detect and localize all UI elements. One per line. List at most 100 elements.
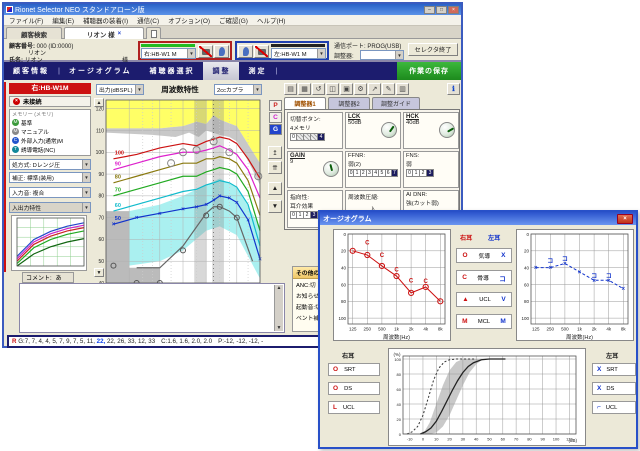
svg-text:100: 100 bbox=[338, 316, 346, 321]
svg-text:500: 500 bbox=[561, 327, 569, 332]
hck-cell[interactable]: HCK 40dB bbox=[403, 112, 459, 149]
curve-c-button[interactable]: C bbox=[269, 112, 282, 123]
nav-measurement[interactable]: 測定 bbox=[239, 62, 275, 80]
curve-g-button[interactable]: G bbox=[269, 124, 282, 135]
left-hearing-aid-button[interactable] bbox=[238, 45, 253, 58]
svg-text:8k: 8k bbox=[621, 327, 627, 332]
nav-adjustment[interactable]: 調整 bbox=[203, 62, 239, 80]
minimize-button[interactable]: – bbox=[424, 6, 435, 14]
gain-down-button[interactable]: ▼ bbox=[268, 200, 282, 213]
memory-switch-scale[interactable]: 04 bbox=[290, 133, 340, 141]
comment-scrollbar[interactable]: ▲▼ bbox=[274, 285, 283, 331]
left-ear-audiogram-chart[interactable]: 1252505001k2k4k8k020406080100×××××××ココココ… bbox=[517, 230, 633, 340]
speech-audiogram-chart[interactable]: -100102030405060708090100110020406080100… bbox=[389, 349, 585, 445]
ffnr-scale[interactable]: 01234567 bbox=[348, 169, 398, 177]
status-values: 7, 7, 4, 4, 5, 7, 9, 7, 5, 11, 22, 22, 2… bbox=[25, 338, 155, 345]
output-scale-select[interactable]: 出力(dBSPL)▼ bbox=[96, 84, 144, 95]
svg-text:60: 60 bbox=[98, 237, 104, 243]
right-hearing-aid-button[interactable] bbox=[214, 45, 229, 58]
gain-up-fast-button[interactable]: ⇈ bbox=[268, 161, 282, 174]
gain-up-button[interactable]: ▲ bbox=[268, 182, 282, 195]
menu-options[interactable]: オプション(O) bbox=[168, 15, 210, 25]
save-work-button[interactable]: 作業の保存 bbox=[397, 62, 461, 80]
tuner-select[interactable]: ▼ bbox=[360, 50, 404, 60]
info-button[interactable]: ℹ bbox=[447, 83, 460, 95]
hck-knob[interactable] bbox=[439, 122, 455, 138]
svg-text:100: 100 bbox=[96, 150, 105, 156]
audiogram-close-button[interactable]: × bbox=[617, 214, 633, 224]
tab-adjust-guide[interactable]: 調整ガイド bbox=[372, 97, 420, 109]
input-sound-select[interactable]: 入力音: 複合▼ bbox=[9, 187, 91, 198]
fns-scale[interactable]: 0123 bbox=[406, 169, 456, 177]
curve-p-button[interactable]: P bbox=[269, 100, 282, 111]
svg-text:90: 90 bbox=[115, 161, 121, 167]
settings-gear-button[interactable]: ⚙ bbox=[354, 83, 367, 95]
tab-adjuster-2[interactable]: 調整器2 bbox=[328, 97, 370, 109]
svg-text:×: × bbox=[228, 196, 232, 202]
nav-customer-info[interactable]: 顧客情報 bbox=[4, 62, 58, 80]
edit-button[interactable]: ✎ bbox=[382, 83, 395, 95]
correction-select[interactable]: 補正: 標準(装用)▼ bbox=[9, 172, 91, 183]
prescription-select[interactable]: 処方式: Dレンジ圧▼ bbox=[9, 159, 91, 170]
ffnr-cell[interactable]: FFNR: 弱(2) 01234567 bbox=[345, 151, 401, 188]
right-device-select[interactable]: 右:HB-W1 M▼ bbox=[141, 48, 196, 59]
gain-knob[interactable] bbox=[323, 161, 339, 177]
axis-scroll-down-button[interactable]: ▼ bbox=[94, 268, 104, 277]
memory-item-manual[interactable]: Mマニュアル bbox=[12, 127, 88, 136]
gain-to-max-button[interactable]: ↥ bbox=[268, 146, 282, 159]
scroll-down-icon[interactable]: ▼ bbox=[277, 325, 282, 331]
menu-fitting[interactable]: 補聴器の装着(I) bbox=[83, 15, 128, 25]
memory-item-telecoil[interactable]: T誘導電話(NC) bbox=[12, 145, 88, 154]
tab-adjuster-1[interactable]: 調整器1 bbox=[284, 97, 326, 109]
scroll-up-icon[interactable]: ▲ bbox=[277, 285, 282, 291]
menu-confirm[interactable]: ご確認(G) bbox=[219, 15, 248, 25]
ucl-left-mark: V bbox=[501, 296, 505, 303]
print-button[interactable]: ▦ bbox=[298, 83, 311, 95]
connect-status-button[interactable]: × 未接続 bbox=[9, 96, 91, 107]
close-button[interactable]: × bbox=[448, 6, 459, 14]
svg-text:コ: コ bbox=[591, 273, 597, 280]
io-curve-select[interactable]: 入出力特性▼ bbox=[9, 202, 91, 213]
menu-help[interactable]: ヘルプ(H) bbox=[257, 15, 286, 25]
report-button[interactable]: ▥ bbox=[396, 83, 409, 95]
lck-cell[interactable]: LCK 50dB bbox=[345, 112, 401, 149]
svg-text:50: 50 bbox=[98, 259, 104, 265]
memory-mark-icon: M bbox=[12, 128, 19, 135]
menu-bar: ファイル(F) 編集(E) 補聴器の装着(I) 通信(C) オプション(O) ご… bbox=[4, 15, 461, 26]
fns-cell[interactable]: FNS: 弱 0123 bbox=[403, 151, 459, 188]
copy-button[interactable]: ◫ bbox=[326, 83, 339, 95]
tab-customer-search[interactable]: 顧客検索 bbox=[6, 27, 62, 39]
menu-file[interactable]: ファイル(F) bbox=[9, 15, 43, 25]
svg-text:250: 250 bbox=[547, 327, 555, 332]
svg-text:90: 90 bbox=[541, 437, 546, 442]
left-battery-button[interactable] bbox=[254, 45, 269, 58]
memory-item-standard[interactable]: M基準 bbox=[12, 118, 88, 127]
ucl-left-mark: ⌐ bbox=[597, 404, 601, 411]
maximize-button[interactable]: □ bbox=[436, 6, 447, 14]
tab-close-icon[interactable]: × bbox=[118, 31, 122, 37]
right-battery-button[interactable] bbox=[198, 45, 213, 58]
memory-item-external[interactable]: C外部入力(通常)M bbox=[12, 136, 88, 145]
io-curve-chart bbox=[12, 216, 86, 270]
comment-box[interactable]: ▲▼ bbox=[19, 283, 285, 333]
menu-communication[interactable]: 通信(C) bbox=[137, 15, 159, 25]
graph-button[interactable]: ↗ bbox=[368, 83, 381, 95]
new-tab-button[interactable] bbox=[146, 27, 161, 39]
right-ear-audiogram-chart[interactable]: 1252505001k2k4k8k020406080100CCCCC周波数(Hz… bbox=[334, 230, 450, 340]
patient-table-button[interactable]: ▤ bbox=[284, 83, 297, 95]
undo-button[interactable]: ↺ bbox=[312, 83, 325, 95]
gain-cell[interactable]: GAIN 9 bbox=[287, 151, 343, 188]
left-device-select[interactable]: 左:HB-W1 M▼ bbox=[271, 48, 326, 59]
end-selector-button[interactable]: セレクタ終了 bbox=[408, 43, 458, 56]
nav-audiogram[interactable]: オージオグラム bbox=[60, 62, 141, 80]
frequency-response-chart[interactable]: 1002005001k2k5k10k4050607080901001101201… bbox=[94, 97, 266, 299]
coupler-select[interactable]: 2ccカプラ▼ bbox=[214, 84, 262, 95]
paste-button[interactable]: ▣ bbox=[340, 83, 353, 95]
lck-knob[interactable] bbox=[381, 122, 397, 138]
nav-device-selection[interactable]: 補聴器選択 bbox=[140, 62, 203, 80]
tab-patient[interactable]: リオン 様 × bbox=[64, 27, 144, 39]
menu-edit[interactable]: 編集(E) bbox=[52, 15, 74, 25]
memory-switch-cell[interactable]: 切替ボタン: 4メモリ 04 bbox=[287, 112, 343, 149]
svg-text:×: × bbox=[158, 211, 162, 217]
axis-scroll-up-button[interactable]: ▲ bbox=[94, 98, 104, 107]
